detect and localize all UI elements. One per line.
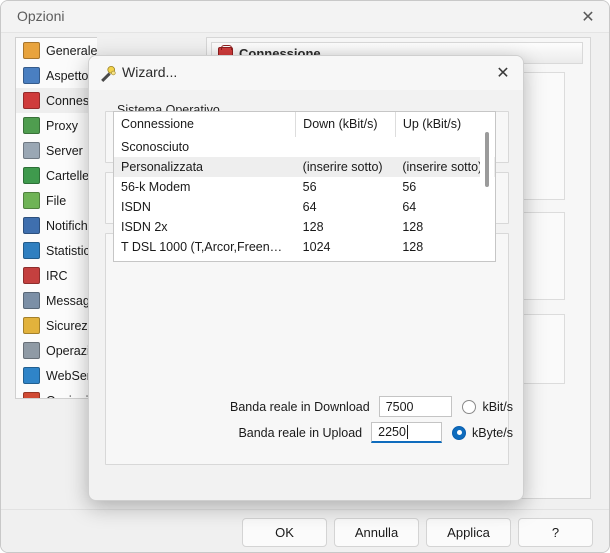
wand-icon [101,65,116,82]
sidebar-item-messaggi[interactable]: Messaggi [16,288,97,313]
options-button-label: ? [551,525,560,540]
monitor-icon [23,67,40,84]
options-sidebar[interactable]: Generale Aspetto Connessi Proxy Server Cartel… [15,37,97,399]
radio-dot [462,399,477,414]
table-cell-down: 1536 [296,257,396,261]
sidebar-item-server[interactable]: Server [16,138,97,163]
lock-icon [23,317,40,334]
options-titlebar: Opzioni ✕ [1,1,609,33]
radio-label: kByte/s [472,425,513,440]
radio-unit-kbit[interactable]: kBit/s [462,399,513,414]
table-row[interactable]: T DSL 1500 (T)1536192 [114,257,495,261]
real-download-bandwidth-label: Banda reale in Download [230,399,370,414]
sidebar-item-irc[interactable]: IRC [16,263,97,288]
table-row[interactable]: T DSL 1000 (T,Arcor,Freen… 1024 128 [114,237,495,257]
table-scrollbar[interactable] [480,113,494,261]
wizard-titlebar: Wizard... ✕ [89,56,523,90]
table-cell-name: ISDN 2x [121,220,168,234]
table-cell-down: 64 [302,200,317,214]
proxy-icon [23,117,40,134]
sidebar-item-aspetto[interactable]: Aspetto [16,63,97,88]
table-cell-name: 56-k Modem [121,180,191,194]
sidebar-item-label: IRC [46,268,68,283]
radio-label: kBit/s [482,399,513,414]
table-row[interactable]: Sconosciuto [114,137,495,157]
sidebar-item-label: File [46,193,67,208]
sidebar-item-connessi[interactable]: Connessi [16,88,97,113]
real-upload-bandwidth-row: Banda reale in Upload 2250 kByte/s [213,422,513,443]
real-upload-bandwidth-label: Banda reale in Upload [238,425,363,440]
sidebar-item-statistich[interactable]: Statistich [16,238,97,263]
table-cell-name: ISDN [121,200,151,214]
options-button-applica[interactable]: Applica [426,518,511,547]
table-cell-down [296,137,396,157]
options-button-help[interactable]: ? [518,518,593,547]
table-row[interactable]: ISDN 64 64 [114,197,495,217]
table-cell-down: 128 [302,220,324,234]
table-cell-name: Sconosciuto [121,140,190,155]
options-button-bar: OK Annulla Applica? [1,509,609,552]
close-icon[interactable]: ✕ [481,56,523,90]
table-row[interactable]: Personalizzata (inserire sotto) (inserire … [114,157,495,177]
file-icon [23,192,40,209]
real-download-bandwidth-row: Banda reale in Download 7500 kBit/s [213,396,513,417]
notification-icon [23,217,40,234]
schedule-icon [23,342,40,359]
sidebar-item-label: Cartelle [46,168,90,183]
sidebar-item-file[interactable]: File [16,188,97,213]
sidebar-item-label: Server [46,143,83,158]
connection-icon [23,92,40,109]
globe-icon [23,367,40,384]
table-cell-name: T DSL 1500 (T) [114,257,296,261]
table-row[interactable]: ISDN 2x 128 128 [114,217,495,237]
sidebar-item-label: Proxy [46,118,78,133]
real-download-bandwidth-input[interactable]: 7500 [378,396,453,417]
options-button-label: Annulla [354,525,399,540]
folder-icon [23,167,40,184]
connection-type-table[interactable]: Connessione Down (kBit/s) Up (kBit/s) Sc… [113,111,496,262]
irc-icon [23,267,40,284]
sidebar-item-sicurezza[interactable]: Sicurezza [16,313,97,338]
table-cell-down: 1024 [302,240,331,254]
statistics-icon [23,242,40,259]
options-window-title: Opzioni [17,8,65,24]
real-upload-bandwidth-input[interactable]: 2250 [371,422,442,443]
radio-dot [452,425,466,440]
sidebar-item-operazio[interactable]: Operazio [16,338,97,363]
advanced-icon [23,392,40,398]
options-button-label: Applica [447,525,490,540]
sidebar-item-webserv[interactable]: WebServ [16,363,97,388]
messages-icon [23,292,40,309]
wizard-dialog: Wizard... ✕ Sistema Operativo Win2K/XP/V… [88,55,524,501]
sidebar-item-proxy[interactable]: Proxy [16,113,97,138]
table-scrollbar-thumb[interactable] [485,132,489,187]
real-download-bandwidth-value: 7500 [385,399,414,414]
options-button-ok[interactable]: OK [242,518,327,547]
options-button-label: OK [275,525,294,540]
table-cell-name: Personalizzata [114,157,296,177]
column-header-connessione[interactable]: Connessione [114,112,297,138]
wizard-title: Wizard... [122,64,178,80]
options-button-annulla[interactable]: Annulla [334,518,419,547]
sidebar-item-opzioni-a[interactable]: Opzioni A [16,388,97,398]
text-caret [406,425,408,439]
table-cell-down: 56 [302,180,317,194]
server-icon [23,142,40,159]
sidebar-item-generale[interactable]: Generale [16,38,97,63]
sidebar-item-label: Aspetto [46,68,89,83]
column-header-down[interactable]: Down (kBit/s) [295,112,396,138]
sidebar-item-cartelle[interactable]: Cartelle [16,163,97,188]
radio-unit-kbyte[interactable]: kByte/s [452,425,513,440]
table-header-row: Connessione Down (kBit/s) Up (kBit/s) [114,112,495,138]
sidebar-item-notifiche[interactable]: Notifiche [16,213,97,238]
table-cell-down: (inserire sotto) [295,157,396,177]
table-cell-name: T DSL 1000 (T,Arcor,Freen… [121,240,283,254]
real-upload-bandwidth-value: 2250 [378,425,406,439]
gear-icon [23,42,40,59]
table-row[interactable]: 56-k Modem 56 56 [114,177,495,197]
close-icon[interactable]: ✕ [565,1,609,33]
